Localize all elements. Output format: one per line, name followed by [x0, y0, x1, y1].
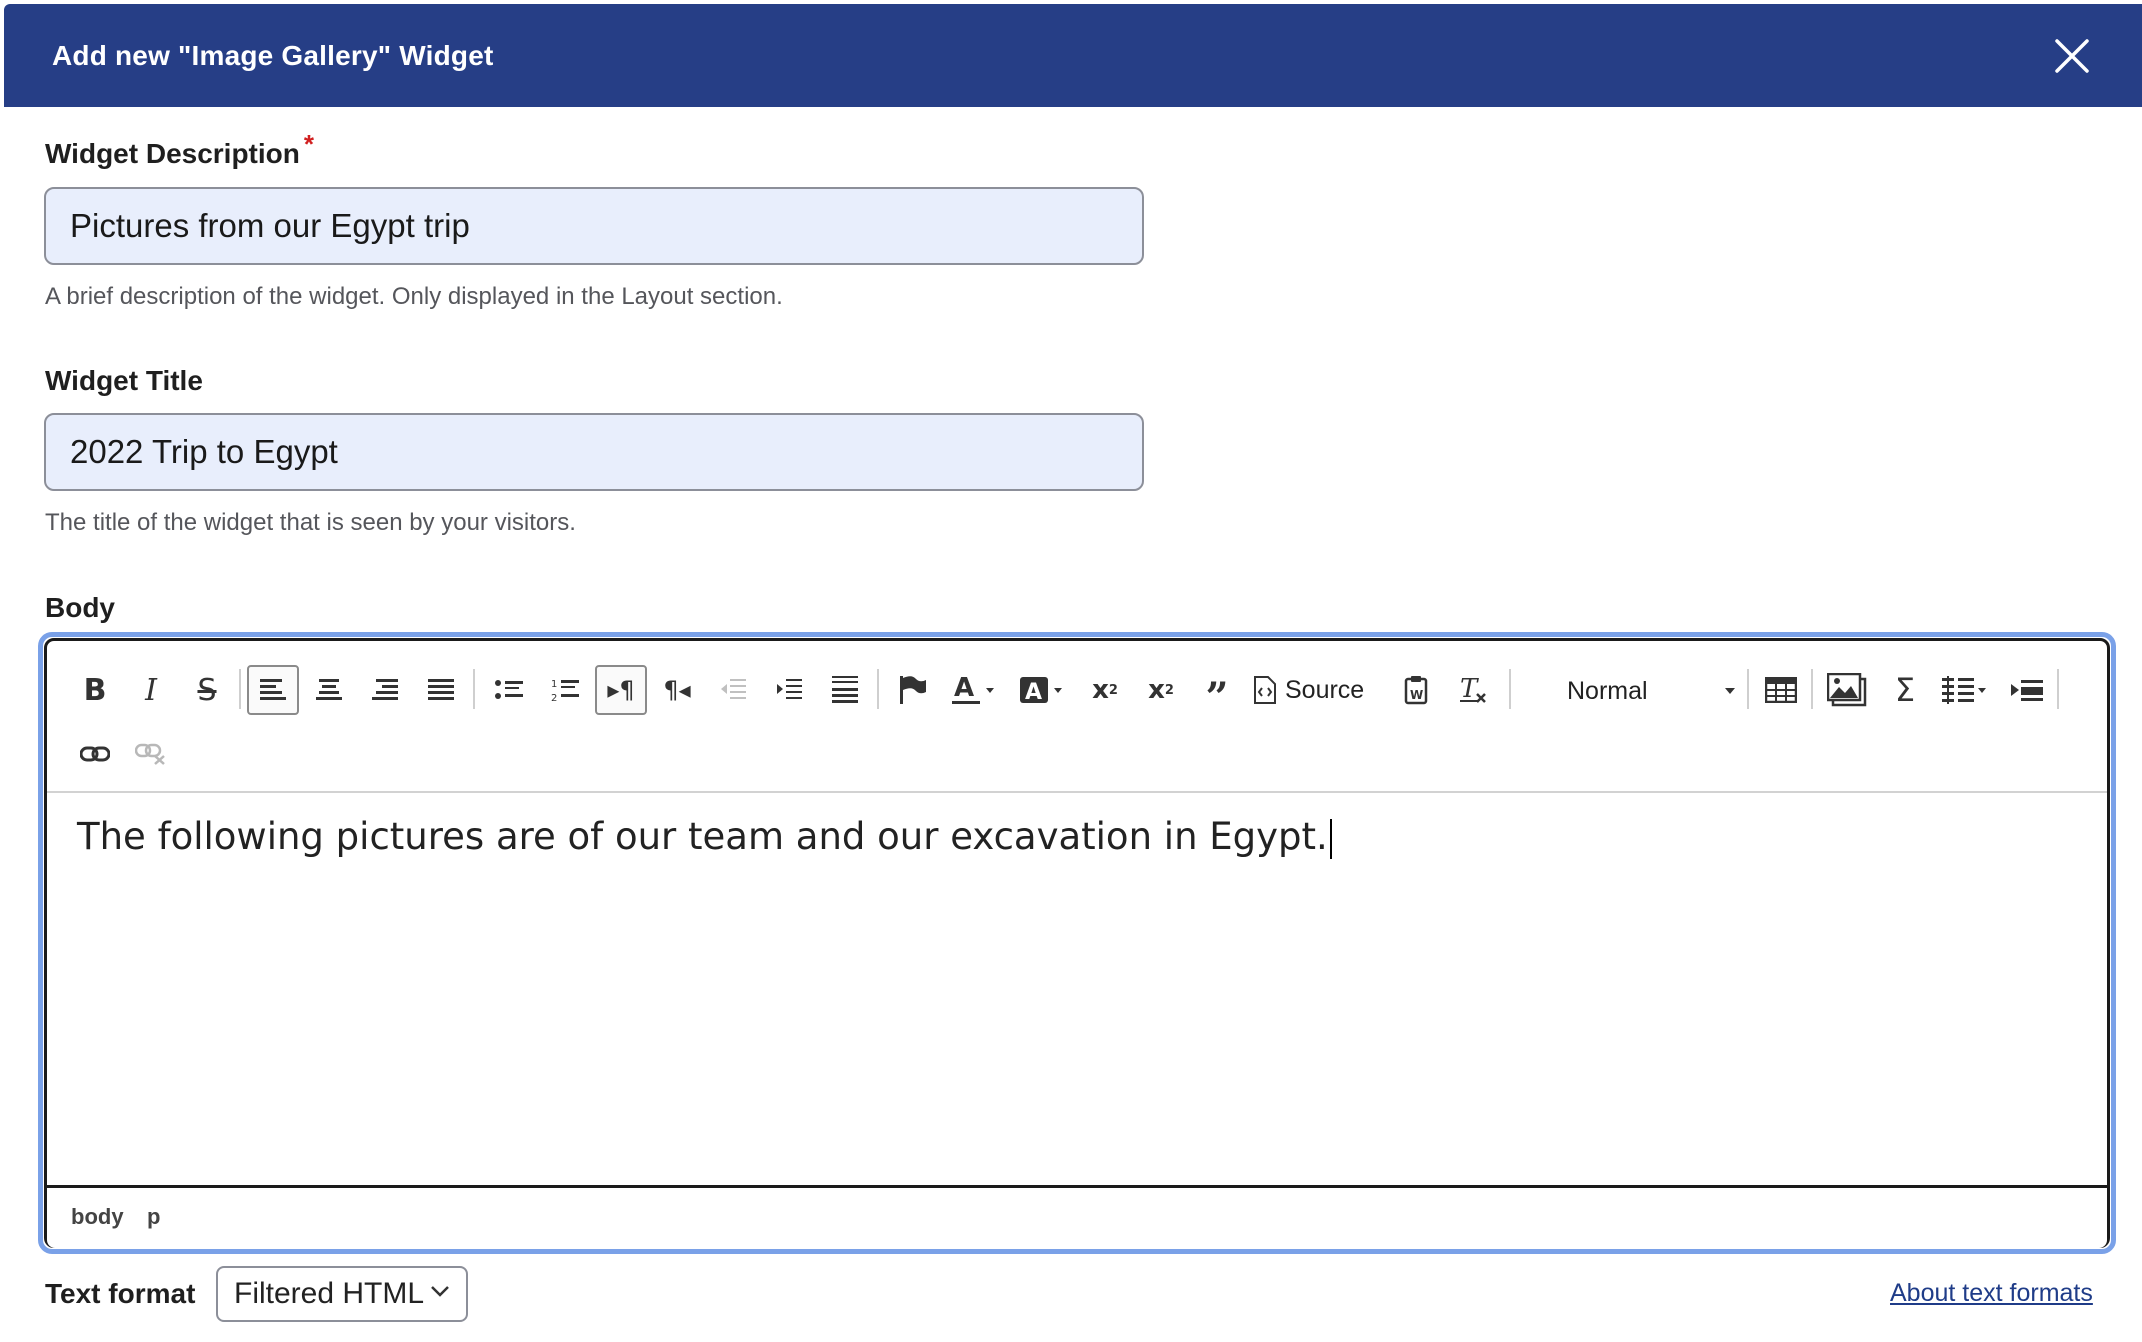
math-icon[interactable]: Σ [1879, 665, 1931, 715]
blockquote-icon[interactable]: ” [1191, 665, 1243, 721]
outdent-icon[interactable] [707, 665, 759, 715]
toolbar-separator [1747, 669, 1749, 709]
source-label: Source [1285, 675, 1365, 704]
italic-icon[interactable]: I [125, 665, 177, 715]
ltr-icon[interactable]: ▸¶ [595, 665, 647, 715]
blocks-icon[interactable] [819, 665, 871, 715]
svg-text:T: T [1460, 675, 1479, 704]
anchor-icon[interactable] [887, 665, 939, 715]
template-icon[interactable] [1935, 665, 1997, 715]
editor-toolbar: B I S 12 ▸¶ ¶◂ A A x 2 x 2 ” Source W T … [47, 641, 2107, 791]
format-value: Normal [1567, 676, 1648, 705]
source-button[interactable]: Source [1253, 665, 1383, 715]
bold-icon[interactable]: B [69, 665, 121, 715]
align-justify-icon[interactable] [415, 665, 467, 715]
title-label: Widget Title [45, 365, 203, 396]
rich-text-editor: B I S 12 ▸¶ ¶◂ A A x 2 x 2 ” Source W T … [44, 638, 2110, 1248]
svg-text:2: 2 [551, 693, 557, 703]
image-icon[interactable] [1817, 665, 1877, 715]
text-format-select[interactable]: Filtered HTML [216, 1266, 468, 1322]
description-label-text: Widget Description [45, 138, 300, 169]
text-format-value: Filtered HTML [234, 1277, 425, 1310]
numbered-list-icon[interactable]: 12 [539, 665, 591, 715]
toolbar-separator [2057, 669, 2059, 709]
svg-text:A: A [1025, 680, 1042, 705]
widget-description-input[interactable] [44, 187, 1144, 265]
title-help: The title of the widget that is seen by … [45, 509, 576, 536]
dialog-title: Add new "Image Gallery" Widget [52, 40, 494, 71]
background-color-icon[interactable]: A [1011, 665, 1073, 715]
remove-format-icon[interactable]: T [1447, 665, 1499, 715]
editor-content-area[interactable]: The following pictures are of our team a… [47, 791, 2107, 1185]
subscript-icon[interactable]: x2 [1135, 665, 1187, 715]
element-path-bar: body p [47, 1185, 2107, 1248]
table-icon[interactable] [1755, 665, 1807, 715]
dialog-header: Add new "Image Gallery" Widget [4, 4, 2142, 107]
svg-text:W: W [1410, 688, 1423, 702]
paragraph-format-select[interactable]: Normal [1567, 669, 1737, 713]
paste-word-icon[interactable]: W [1391, 665, 1443, 715]
widget-dialog: Add new "Image Gallery" Widget Widget De… [4, 4, 2142, 1342]
path-item-p[interactable]: p [147, 1204, 160, 1230]
toolbar-separator [877, 669, 879, 709]
required-marker: * [303, 129, 314, 159]
toolbar-separator [239, 669, 241, 709]
link-icon[interactable] [69, 729, 121, 779]
description-help: A brief description of the widget. Only … [45, 283, 783, 310]
body-label: Body [45, 592, 115, 623]
indent-icon[interactable] [763, 665, 815, 715]
superscript-icon[interactable]: x2 [1079, 665, 1131, 715]
align-left-icon[interactable] [247, 665, 299, 715]
align-right-icon[interactable] [359, 665, 411, 715]
paragraph-text: The following pictures are of our team a… [77, 815, 1328, 858]
unlink-icon[interactable] [125, 729, 177, 779]
svg-text:A: A [954, 674, 974, 703]
insert-paragraph-icon[interactable] [2001, 665, 2053, 715]
bulleted-list-icon[interactable] [483, 665, 535, 715]
widget-title-input[interactable] [44, 413, 1144, 491]
path-item-body[interactable]: body [71, 1204, 124, 1230]
chevron-down-icon [431, 1286, 449, 1297]
editor-paragraph[interactable]: The following pictures are of our team a… [77, 815, 1332, 859]
text-caret [1329, 818, 1332, 859]
source-icon [1254, 676, 1276, 704]
caret-down-icon [1725, 688, 1735, 694]
strikethrough-icon[interactable]: S [181, 665, 233, 715]
align-center-icon[interactable] [303, 665, 355, 715]
about-text-formats-link[interactable]: About text formats [1890, 1279, 2093, 1308]
rtl-icon[interactable]: ¶◂ [651, 665, 703, 715]
description-label: Widget Description * [45, 129, 314, 170]
toolbar-separator [1811, 669, 1813, 709]
toolbar-separator [473, 669, 475, 709]
text-color-icon[interactable]: A [943, 665, 1005, 715]
text-format-label: Text format [45, 1278, 196, 1309]
svg-text:1: 1 [551, 679, 557, 690]
close-icon[interactable] [2054, 38, 2090, 74]
toolbar-separator [1509, 669, 1511, 709]
